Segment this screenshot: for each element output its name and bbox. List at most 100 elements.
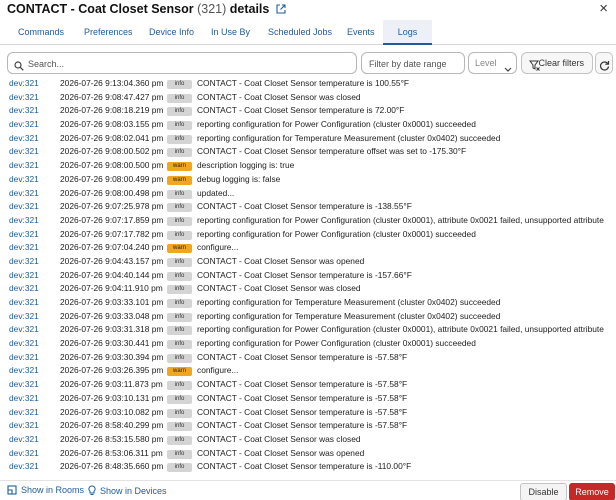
log-message: reporting configuration for Temperature … <box>197 297 501 307</box>
device-link[interactable]: dev:321 <box>9 323 39 337</box>
log-level-badge: info <box>167 435 192 445</box>
refresh-button[interactable] <box>595 52 613 74</box>
log-level-badge: info <box>167 299 192 308</box>
device-link[interactable]: dev:321 <box>9 77 39 91</box>
device-link[interactable]: dev:321 <box>9 214 39 228</box>
log-level-badge: info <box>167 203 192 213</box>
log-timestamp: 2026-07-26 9:08:03.155 pm <box>60 119 164 130</box>
search-box[interactable] <box>7 52 357 74</box>
log-message: CONTACT - Coat Closet Sensor temperature… <box>197 351 408 362</box>
log-row: dev:321 2026-07-26 8:58:40.299 pm info CONT… <box>0 419 616 433</box>
dialog-title: CONTACT - Coat Closet Sensor (321) detai… <box>7 2 286 17</box>
log-row: dev:321 2026-07-26 9:07:25.978 pm info CONT… <box>0 200 616 214</box>
device-link[interactable]: dev:321 <box>9 447 39 461</box>
device-link[interactable]: dev:321 <box>9 296 39 310</box>
log-level-badge: info <box>167 381 192 391</box>
log-row: dev:321 2026-07-26 8:53:15.580 pm info CONT… <box>0 433 616 447</box>
tab-device-info[interactable]: Device Info <box>149 20 194 45</box>
log-row: dev:321 2026-07-26 9:03:26.395 pm warn conf… <box>0 364 616 378</box>
log-row: dev:321 2026-07-26 9:08:18.219 pm info CONT… <box>0 104 616 118</box>
log-timestamp: 2026-07-26 9:08:47.427 pm <box>60 91 164 102</box>
clear-filters-label: Clear filters <box>538 58 584 68</box>
device-link[interactable]: dev:321 <box>9 91 39 105</box>
log-timestamp: 2026-07-26 9:08:00.502 pm <box>60 146 164 157</box>
log-message: configure... <box>197 242 239 253</box>
log-message: reporting configuration for Power Config… <box>197 214 604 225</box>
device-link[interactable]: dev:321 <box>9 255 39 269</box>
log-timestamp: 2026-07-26 9:07:17.859 pm <box>60 214 164 225</box>
log-timestamp: 2026-07-26 9:03:33.048 pm <box>60 310 164 321</box>
log-list: dev:321 2026-07-26 9:13:04.360 pm info CONT… <box>0 77 616 474</box>
log-row: dev:321 2026-07-26 9:03:10.082 pm info CONT… <box>0 406 616 420</box>
log-level-badge: info <box>167 257 192 267</box>
log-level-badge: warn <box>167 367 192 377</box>
tab-events[interactable]: Events <box>347 20 375 45</box>
log-row: dev:321 2026-07-26 9:08:00.502 pm info CONT… <box>0 145 616 159</box>
external-link-icon[interactable] <box>276 3 286 17</box>
log-timestamp: 2026-07-26 9:03:30.441 pm <box>60 338 164 349</box>
date-range-input[interactable] <box>369 57 461 70</box>
log-message: reporting configuration for Power Config… <box>197 324 604 335</box>
tab-preferences[interactable]: Preferences <box>84 20 133 45</box>
device-link[interactable]: dev:321 <box>9 406 39 420</box>
level-select[interactable]: Level <box>468 52 517 74</box>
show-in-devices-link[interactable]: Show in Devices <box>88 485 167 498</box>
log-row: dev:321 2026-07-26 9:07:17.859 pm info repo… <box>0 214 616 228</box>
log-message: description logging is: true <box>197 160 295 171</box>
log-timestamp: 2026-07-26 9:03:26.395 pm <box>60 365 164 376</box>
device-link[interactable]: dev:321 <box>9 159 39 173</box>
log-timestamp: 2026-07-26 9:07:04.240 pm <box>60 242 164 253</box>
log-message: CONTACT - Coat Closet Sensor temperature… <box>197 269 412 280</box>
tab-in-use-by[interactable]: In Use By <box>211 20 250 45</box>
device-link[interactable]: dev:321 <box>9 173 39 187</box>
log-row: dev:321 2026-07-26 9:08:02.041 pm info repo… <box>0 132 616 146</box>
log-message: CONTACT - Coat Closet Sensor temperature… <box>197 461 412 472</box>
log-timestamp: 2026-07-26 9:04:40.144 pm <box>60 269 164 280</box>
log-message: CONTACT - Coat Closet Sensor temperature… <box>197 406 408 417</box>
clear-filters-button[interactable]: Clear filters <box>521 52 593 74</box>
log-row: dev:321 2026-07-26 9:13:04.360 pm info CONT… <box>0 77 616 91</box>
log-row: dev:321 2026-07-26 9:07:04.240 pm warn conf… <box>0 241 616 255</box>
device-link[interactable]: dev:321 <box>9 132 39 146</box>
log-message: CONTACT - Coat Closet Sensor temperature… <box>197 105 405 116</box>
device-link[interactable]: dev:321 <box>9 460 39 474</box>
log-level-badge: info <box>167 463 192 473</box>
tab-logs[interactable]: Logs <box>383 20 432 45</box>
log-message: reporting configuration for Temperature … <box>197 132 501 143</box>
tab-scheduled-jobs[interactable]: Scheduled Jobs <box>268 20 332 45</box>
disable-button[interactable]: Disable <box>520 483 567 500</box>
level-placeholder: Level <box>475 58 497 68</box>
device-link[interactable]: dev:321 <box>9 118 39 132</box>
device-link[interactable]: dev:321 <box>9 337 39 351</box>
device-link[interactable]: dev:321 <box>9 392 39 406</box>
log-timestamp: 2026-07-26 9:03:30.394 pm <box>60 351 164 362</box>
log-row: dev:321 2026-07-26 9:03:33.048 pm info repo… <box>0 310 616 324</box>
log-timestamp: 2026-07-26 9:03:10.131 pm <box>60 392 164 403</box>
device-link[interactable]: dev:321 <box>9 419 39 433</box>
search-icon <box>14 58 24 76</box>
device-link[interactable]: dev:321 <box>9 433 39 447</box>
date-range-box[interactable] <box>361 52 465 74</box>
device-link[interactable]: dev:321 <box>9 200 39 214</box>
show-in-rooms-link[interactable]: Show in Rooms <box>7 485 84 497</box>
device-link[interactable]: dev:321 <box>9 187 39 201</box>
device-link[interactable]: dev:321 <box>9 104 39 118</box>
close-icon[interactable]: × <box>599 0 608 17</box>
remove-button[interactable]: Remove <box>569 483 615 500</box>
device-link[interactable]: dev:321 <box>9 228 39 242</box>
device-link[interactable]: dev:321 <box>9 145 39 159</box>
tab-commands[interactable]: Commands <box>18 20 64 45</box>
device-link[interactable]: dev:321 <box>9 282 39 296</box>
device-link[interactable]: dev:321 <box>9 351 39 365</box>
device-link[interactable]: dev:321 <box>9 269 39 283</box>
log-level-badge: info <box>167 189 192 199</box>
search-input[interactable] <box>28 57 348 70</box>
log-message: CONTACT - Coat Closet Sensor temperature… <box>197 78 410 88</box>
device-link[interactable]: dev:321 <box>9 364 39 378</box>
device-link[interactable]: dev:321 <box>9 241 39 255</box>
device-link[interactable]: dev:321 <box>9 378 39 392</box>
device-link[interactable]: dev:321 <box>9 310 39 324</box>
show-in-devices-label: Show in Devices <box>100 486 167 496</box>
refresh-icon <box>599 58 610 76</box>
log-level-badge: info <box>167 93 192 103</box>
